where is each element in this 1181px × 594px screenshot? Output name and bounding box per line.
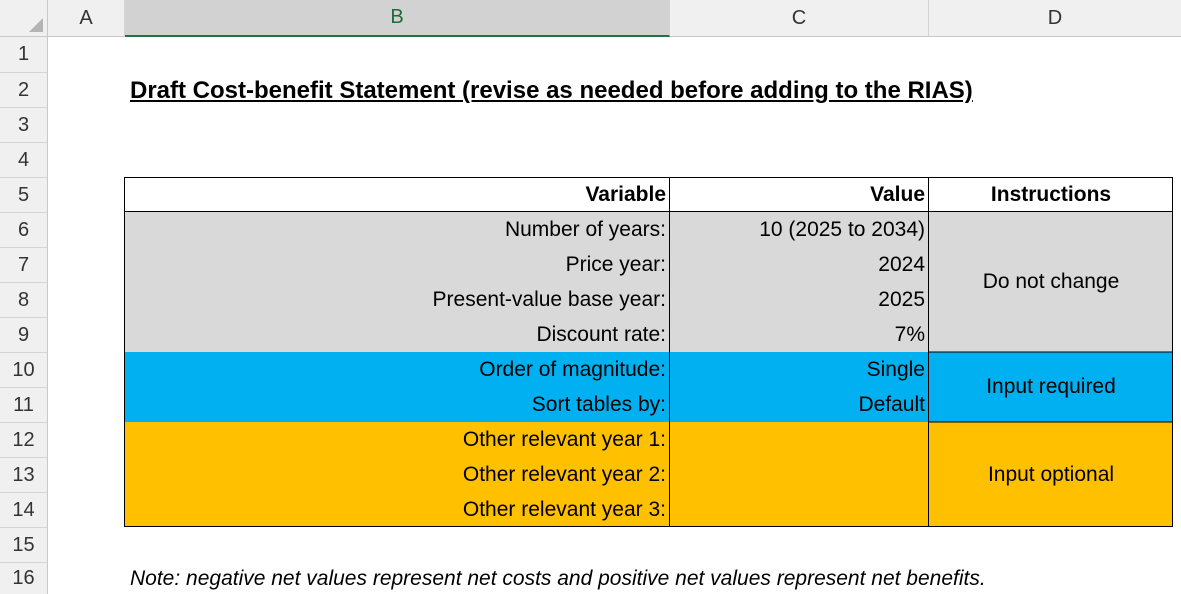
footnote[interactable]: Note: negative net values represent net … (130, 565, 986, 593)
table-borders (124, 177, 1173, 527)
